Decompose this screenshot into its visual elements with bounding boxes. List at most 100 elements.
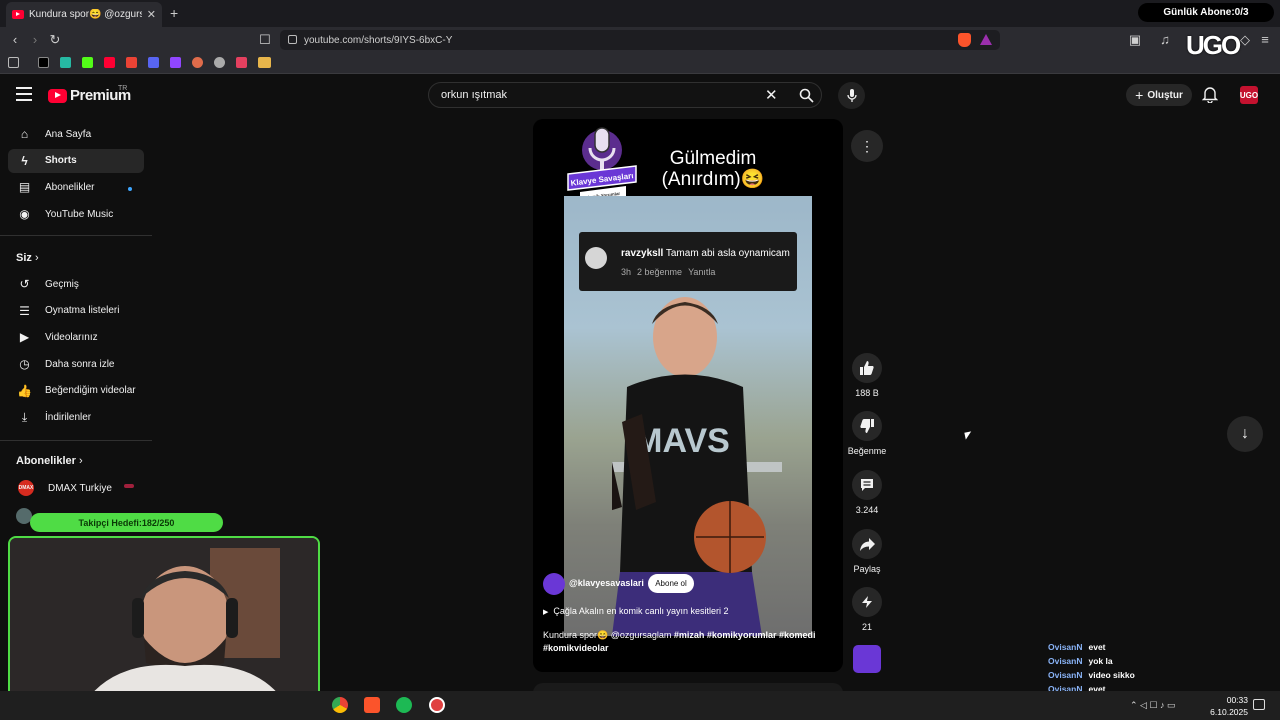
sidebar-item-label: YouTube Music: [45, 208, 114, 220]
bookmark-3-icon[interactable]: [214, 57, 225, 68]
bookmark-2-icon[interactable]: [192, 57, 203, 68]
sidebar-item-shorts[interactable]: ϟ Shorts: [8, 148, 144, 173]
pinned-comment-card: [579, 232, 797, 291]
dislike-label: Beğenme: [847, 446, 887, 456]
home-icon: ⌂: [20, 127, 29, 141]
comment-avatar: [585, 247, 607, 269]
account-avatar[interactable]: UGO: [1240, 86, 1258, 104]
obs-taskbar-icon[interactable]: [429, 697, 445, 713]
sidebar-item-music[interactable]: ◉ YouTube Music: [8, 202, 144, 226]
chrome-taskbar-icon[interactable]: [332, 697, 348, 713]
subs-section-header[interactable]: Abonelikler ›: [16, 455, 83, 467]
sidebar-toggle-icon[interactable]: ▣: [1126, 32, 1144, 48]
forward-icon[interactable]: ›: [26, 32, 44, 47]
sidebar-item-playlist[interactable]: ☰ Oynatma listeleri: [8, 299, 144, 323]
music-icon: ◉: [19, 207, 30, 222]
like-count: 188 B: [855, 388, 879, 398]
close-tab-icon[interactable]: ✕: [147, 8, 156, 21]
dislike-button[interactable]: [852, 411, 882, 441]
search-input[interactable]: orkun ışıtmak: [428, 82, 822, 108]
create-button[interactable]: + Oluştur: [1126, 84, 1192, 106]
new-tab-button[interactable]: +: [170, 5, 178, 21]
sidebar-item-liked[interactable]: 👍 Beğendiğim videolar: [8, 379, 144, 403]
gmail-bookmark-icon[interactable]: [126, 57, 137, 68]
comment-time: 3h: [621, 267, 632, 277]
tray-icons[interactable]: ⌃ ◁ ☐ ♪ ▭: [1130, 700, 1176, 711]
spotify-taskbar-icon[interactable]: [396, 697, 412, 713]
brave-shield-icon[interactable]: [958, 33, 971, 47]
discord-bookmark-icon[interactable]: [148, 57, 159, 68]
comment-icon: [861, 479, 873, 491]
comment-meta: 3h 2 beğenme Yanıtla: [621, 267, 715, 277]
chat-username: OvisanN: [1048, 642, 1083, 652]
share-button[interactable]: [852, 529, 882, 559]
thumb-up-icon: [860, 361, 874, 375]
channel-name[interactable]: @klavyesavaslari: [569, 578, 644, 588]
browser-tab[interactable]: Kundura spor😄 @ozgursagl ✕: [6, 2, 162, 27]
tab-title: Kundura spor😄 @ozgursagl: [29, 9, 142, 20]
comment-line: ravzyksll Tamam abi asla oynamicam: [621, 248, 790, 259]
share-icon: [859, 537, 875, 551]
media-icon[interactable]: ♫: [1156, 32, 1174, 47]
x-bookmark-icon[interactable]: [38, 57, 49, 68]
logo-country: TR: [118, 85, 128, 92]
webcam-overlay: [8, 536, 320, 712]
notifications-button[interactable]: [1201, 86, 1219, 106]
you-section-header[interactable]: Siz ›: [16, 252, 39, 264]
download-icon: ⤓: [21, 410, 28, 424]
bookmark-1-icon[interactable]: [60, 57, 71, 68]
live-indicator: [124, 484, 134, 488]
more-options-button[interactable]: ⋮: [851, 130, 883, 162]
comments-button[interactable]: [852, 470, 882, 500]
browser-tab-bar: [0, 0, 1280, 27]
remix-count: 21: [861, 622, 872, 632]
search-button[interactable]: [790, 82, 822, 108]
site-info-icon[interactable]: [288, 35, 297, 44]
sidebar-item-label: Abonelikler: [45, 181, 95, 193]
chat-username: OvisanN: [1048, 656, 1083, 666]
bookmark-4-icon[interactable]: [236, 57, 247, 68]
youtube-bookmark-icon[interactable]: [104, 57, 115, 68]
watch-later-icon: ◷: [19, 357, 30, 372]
sidebar-item-your-videos[interactable]: ▶ Videolarınız: [8, 325, 144, 349]
browser-menu-icon[interactable]: ≡: [1256, 32, 1274, 47]
follower-goal-bar: Takipçi Hedefi:182/250: [30, 513, 223, 532]
notification-center-icon[interactable]: [1253, 699, 1265, 710]
sidebar-item-home[interactable]: ⌂ Ana Sayfa: [8, 122, 144, 146]
sidebar-item-dmax[interactable]: DMAX DMAX Turkiye: [8, 476, 144, 500]
playlist-link[interactable]: ▶ Çağla Akalın en komik canlı yayın kesi…: [543, 606, 729, 616]
address-bar[interactable]: youtube.com/shorts/9IYS-6bxC-Y: [280, 30, 1000, 50]
your-videos-icon: ▶: [19, 330, 30, 345]
twitch-bookmark-icon[interactable]: [170, 57, 181, 68]
taskbar-clock[interactable]: 00:33 6.10.2025: [1200, 694, 1248, 718]
sidebar-item-label: Oynatma listeleri: [45, 305, 120, 317]
sidebar-item-download[interactable]: ⤓ İndirilenler: [8, 406, 144, 430]
apps-icon[interactable]: [8, 57, 19, 68]
folder-bookmark-icon[interactable]: [258, 57, 271, 68]
chat-message: OvisanN video sikko: [1048, 668, 1198, 682]
sidebar-item-history[interactable]: ↺ Geçmiş: [8, 272, 144, 296]
sidebar-item-watch-later[interactable]: ◷ Daha sonra izle: [8, 352, 144, 376]
back-icon[interactable]: ‹: [6, 32, 24, 47]
clear-search-icon[interactable]: ✕: [765, 86, 778, 104]
subscribe-button[interactable]: Abone ol: [648, 574, 694, 593]
remix-button[interactable]: [852, 587, 882, 617]
reload-icon[interactable]: ↻: [46, 32, 64, 48]
like-button[interactable]: [852, 353, 882, 383]
sidebar-item-label: Ana Sayfa: [45, 128, 92, 140]
thumb-down-icon: [860, 419, 874, 433]
channel-avatar[interactable]: [543, 573, 565, 595]
next-video-button[interactable]: ↓: [1227, 416, 1263, 452]
sidebar-divider: [0, 440, 152, 441]
bookmark-icon[interactable]: ☐: [256, 32, 274, 48]
brave-rewards-icon[interactable]: [980, 34, 992, 45]
liked-icon: 👍: [17, 383, 32, 398]
sidebar-item-subscriptions[interactable]: ▤ Abonelikler: [8, 175, 144, 199]
brave-taskbar-icon[interactable]: [364, 697, 380, 713]
kick-bookmark-icon[interactable]: [82, 57, 93, 68]
mic-icon: [846, 88, 857, 102]
voice-search-button[interactable]: [838, 82, 865, 109]
sound-channel-thumbnail[interactable]: [853, 645, 881, 673]
sidebar-item-label: Geçmiş: [45, 278, 79, 290]
hamburger-menu-icon[interactable]: [16, 87, 32, 101]
